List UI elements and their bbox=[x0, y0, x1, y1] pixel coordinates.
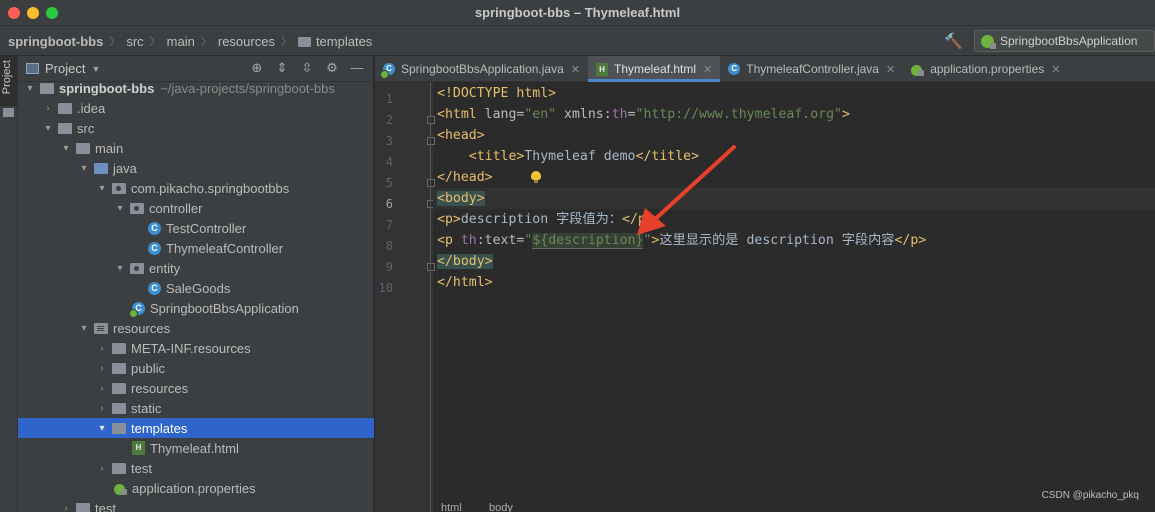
annotation-arrow-shaft bbox=[650, 145, 736, 224]
annotation-arrow bbox=[637, 145, 736, 235]
